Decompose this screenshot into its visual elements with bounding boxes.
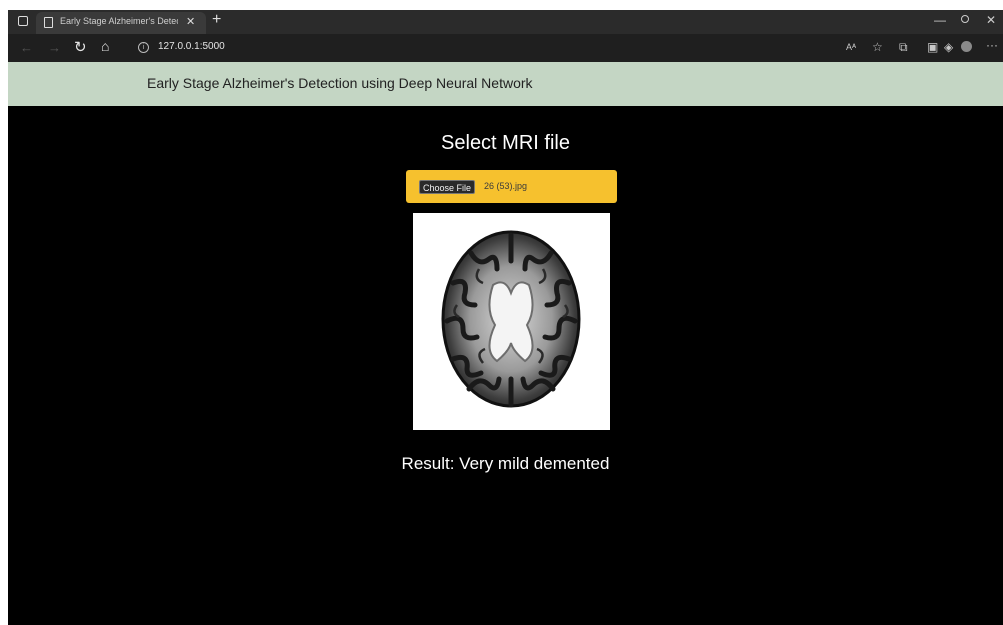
collections-icon[interactable]: ⧉ [899,40,908,55]
selected-file-name: 26 (53).jpg [484,181,528,191]
close-icon[interactable]: ✕ [186,15,195,28]
brain-mri-graphic [441,230,581,408]
read-aloud-icon[interactable]: Aᴬ [846,42,856,52]
maximize-icon[interactable] [961,15,969,23]
screenshot-frame: Early Stage Alzheimer's Detectio ✕ + — ✕… [0,0,1003,625]
file-upload-box: Choose File 26 (53).jpg [406,170,617,203]
extensions-icon[interactable]: ◈ [944,40,953,54]
forward-icon[interactable]: → [48,40,61,55]
select-mri-title: Select MRI file [441,132,570,154]
refresh-icon[interactable]: ↻ [74,38,87,56]
minimize-icon[interactable]: — [934,13,946,27]
browser-window: Early Stage Alzheimer's Detectio ✕ + — ✕… [8,10,1003,625]
choose-file-button[interactable]: Choose File [419,180,476,194]
screenshot-icon[interactable]: ▣ [927,40,938,54]
url-field[interactable]: 127.0.0.1:5000 [158,41,225,52]
add-favorite-icon[interactable]: ☆ [872,40,883,54]
new-tab-icon[interactable]: + [212,11,221,29]
mri-preview-image [413,213,610,430]
tab-title: Early Stage Alzheimer's Detectio [60,16,178,26]
info-icon[interactable]: i [138,42,149,53]
page-header-title: Early Stage Alzheimer's Detection using … [147,75,533,91]
page-header: Early Stage Alzheimer's Detection using … [8,62,1003,106]
result-text: Result: Very mild demented [401,454,610,473]
more-icon[interactable]: ··· [986,38,998,52]
profile-icon[interactable] [961,41,972,52]
browser-tab[interactable]: Early Stage Alzheimer's Detectio ✕ [36,12,206,34]
document-icon [44,17,53,28]
tab-bar: Early Stage Alzheimer's Detectio ✕ + — ✕ [8,10,1003,34]
home-icon[interactable]: ⌂ [101,38,109,54]
back-icon[interactable]: ← [20,40,33,55]
tab-actions-icon[interactable] [18,16,28,26]
window-close-icon[interactable]: ✕ [986,13,996,27]
address-bar: ← → ↻ ⌂ i 127.0.0.1:5000 Aᴬ ☆ ⧉ ▣ ◈ ··· [8,34,1003,62]
